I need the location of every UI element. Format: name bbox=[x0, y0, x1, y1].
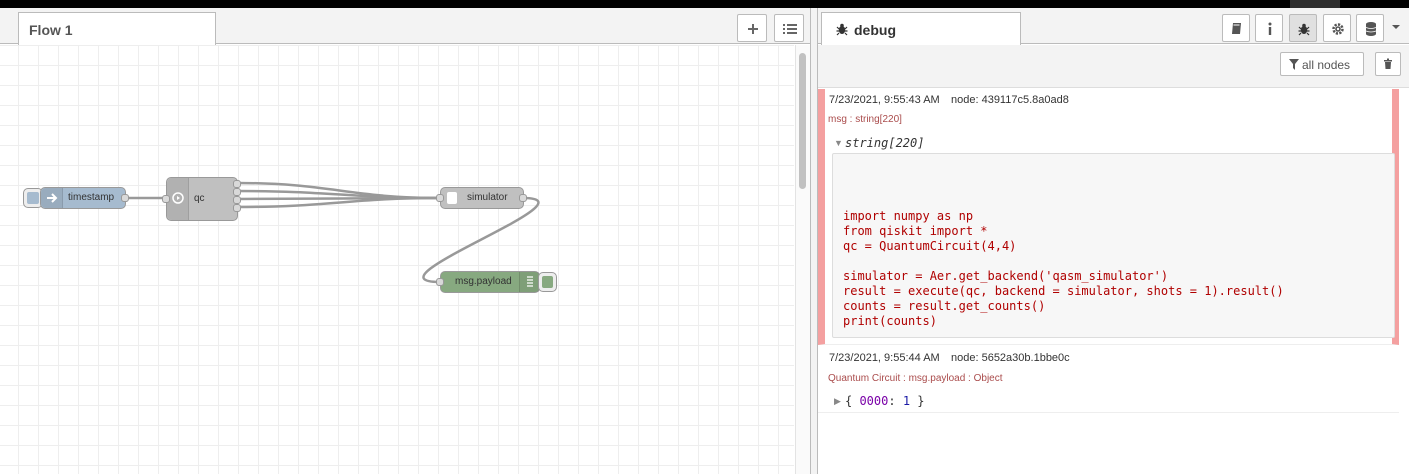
gear-icon bbox=[1332, 23, 1344, 35]
code-line: qc = QuantumCircuit(4,4) bbox=[843, 239, 1017, 253]
object-separator: : bbox=[888, 394, 903, 408]
qc-node-label: qc bbox=[194, 193, 205, 204]
object-key: 0000 bbox=[859, 394, 889, 408]
top-bar bbox=[0, 0, 1409, 8]
inject-icon-box bbox=[41, 188, 63, 208]
tab-flow-1[interactable]: Flow 1 bbox=[18, 12, 216, 45]
simulator-output-port[interactable] bbox=[519, 194, 527, 202]
filter-label: all nodes bbox=[1302, 58, 1351, 72]
qc-output-port-1[interactable] bbox=[233, 180, 241, 188]
trash-icon bbox=[1384, 58, 1392, 69]
caret-down-icon[interactable]: ▼ bbox=[834, 138, 843, 148]
debug-node[interactable]: msg.payload bbox=[436, 271, 540, 293]
flow-list-button[interactable] bbox=[774, 14, 804, 42]
code-line: from qiskit import * bbox=[843, 224, 988, 238]
message-object-value[interactable]: { 0000: 1 } bbox=[845, 394, 925, 408]
canvas-vertical-scrollbar[interactable] bbox=[795, 45, 810, 474]
flow-wires bbox=[126, 181, 540, 284]
wire-simulator-to-debug bbox=[422, 196, 540, 284]
debug-toggle-button[interactable] bbox=[538, 272, 557, 292]
chevron-down-icon[interactable] bbox=[1391, 23, 1401, 31]
filter-nodes-button[interactable]: all nodes bbox=[1280, 52, 1364, 76]
filter-icon bbox=[1289, 59, 1299, 70]
play-circle-icon bbox=[172, 192, 184, 204]
sidebar-tab-bar: debug bbox=[818, 8, 1409, 45]
inject-trigger-fill bbox=[27, 192, 39, 204]
plus-icon bbox=[748, 24, 758, 34]
qc-input-port[interactable] bbox=[162, 195, 170, 203]
database-icon bbox=[1365, 22, 1377, 36]
message-name: msg : string[220] bbox=[828, 114, 902, 125]
message-type-label[interactable]: string[220] bbox=[845, 136, 924, 150]
sidebar: debug all nodes 7/23/2021, 9:55:43 AM no… bbox=[818, 8, 1409, 474]
message-source-node[interactable]: node: 5652a30b.1bbe0c bbox=[951, 352, 1070, 364]
object-open: { bbox=[845, 394, 860, 408]
inject-node[interactable]: timestamp bbox=[40, 187, 129, 209]
code-line: counts = result.get_counts() bbox=[843, 299, 1046, 313]
config-button[interactable] bbox=[1323, 14, 1351, 42]
debug-message: 7/23/2021, 9:55:43 AM node: 439117c5.8a0… bbox=[818, 89, 1399, 345]
simulator-node-label: simulator bbox=[467, 192, 508, 203]
code-line: print(counts) bbox=[843, 314, 937, 328]
qc-icon-box bbox=[167, 178, 189, 220]
debug-toggle-fill bbox=[542, 276, 553, 288]
debug-message: 7/23/2021, 9:55:44 AM node: 5652a30b.1bb… bbox=[818, 345, 1399, 413]
simulator-icon bbox=[447, 192, 457, 204]
object-value: 1 bbox=[902, 394, 911, 408]
workspace-tab-bar: Flow 1 bbox=[0, 8, 810, 45]
top-bar-segment bbox=[1290, 0, 1340, 8]
caret-right-icon[interactable]: ▶ bbox=[834, 396, 841, 407]
simulator-node[interactable]: simulator bbox=[436, 187, 527, 209]
code-line: result = execute(qc, backend = simulator… bbox=[843, 284, 1284, 298]
arrow-in-icon bbox=[47, 193, 58, 203]
list-icon bbox=[783, 24, 797, 34]
list-lines-icon bbox=[527, 276, 533, 287]
qc-node[interactable]: qc bbox=[162, 177, 241, 221]
message-timestamp: 7/23/2021, 9:55:44 AM bbox=[829, 352, 940, 364]
inject-node-label: timestamp bbox=[68, 192, 115, 203]
debug-node-label: msg.payload bbox=[455, 276, 512, 287]
code-line: simulator = Aer.get_backend('qasm_simula… bbox=[843, 269, 1169, 283]
debug-toolbar: all nodes bbox=[818, 45, 1409, 88]
scrollbar-thumb[interactable] bbox=[799, 53, 806, 189]
tab-flow-1-label: Flow 1 bbox=[29, 22, 73, 38]
tab-debug-label: debug bbox=[854, 22, 896, 38]
qc-output-port-4[interactable] bbox=[233, 204, 241, 212]
add-flow-button[interactable] bbox=[737, 14, 767, 42]
bug-icon bbox=[836, 23, 848, 36]
simulator-input-port[interactable] bbox=[436, 194, 444, 202]
debug-messages: 7/23/2021, 9:55:43 AM node: 439117c5.8a0… bbox=[818, 89, 1409, 474]
qc-output-port-3[interactable] bbox=[233, 196, 241, 204]
message-code-block: import numpy as np from qiskit import * … bbox=[832, 153, 1395, 338]
message-name: Quantum Circuit : msg.payload : Object bbox=[828, 373, 1003, 384]
inject-output-port[interactable] bbox=[121, 194, 129, 202]
sidebar-separator[interactable] bbox=[810, 8, 818, 474]
tab-debug[interactable]: debug bbox=[821, 12, 1021, 45]
object-close: } bbox=[910, 394, 925, 408]
debug-input-port[interactable] bbox=[436, 278, 444, 286]
flow-canvas[interactable]: timestamp qc simulator msg.payload bbox=[0, 45, 794, 474]
info-icon bbox=[1268, 22, 1272, 35]
book-icon bbox=[1232, 23, 1241, 34]
debug-button[interactable] bbox=[1289, 14, 1317, 42]
context-data-button[interactable] bbox=[1356, 14, 1384, 42]
bug-icon bbox=[1298, 23, 1310, 36]
clear-messages-button[interactable] bbox=[1375, 52, 1401, 76]
debug-list-icon-box bbox=[519, 272, 539, 292]
message-timestamp: 7/23/2021, 9:55:43 AM bbox=[829, 94, 940, 106]
flow-workspace: Flow 1 timestamp qc simulator msg.payloa… bbox=[0, 8, 810, 474]
qc-output-port-2[interactable] bbox=[233, 188, 241, 196]
info-button[interactable] bbox=[1255, 14, 1283, 42]
message-source-node[interactable]: node: 439117c5.8a0ad8 bbox=[951, 94, 1069, 106]
code-line: import numpy as np bbox=[843, 209, 974, 223]
help-book-button[interactable] bbox=[1222, 14, 1250, 42]
